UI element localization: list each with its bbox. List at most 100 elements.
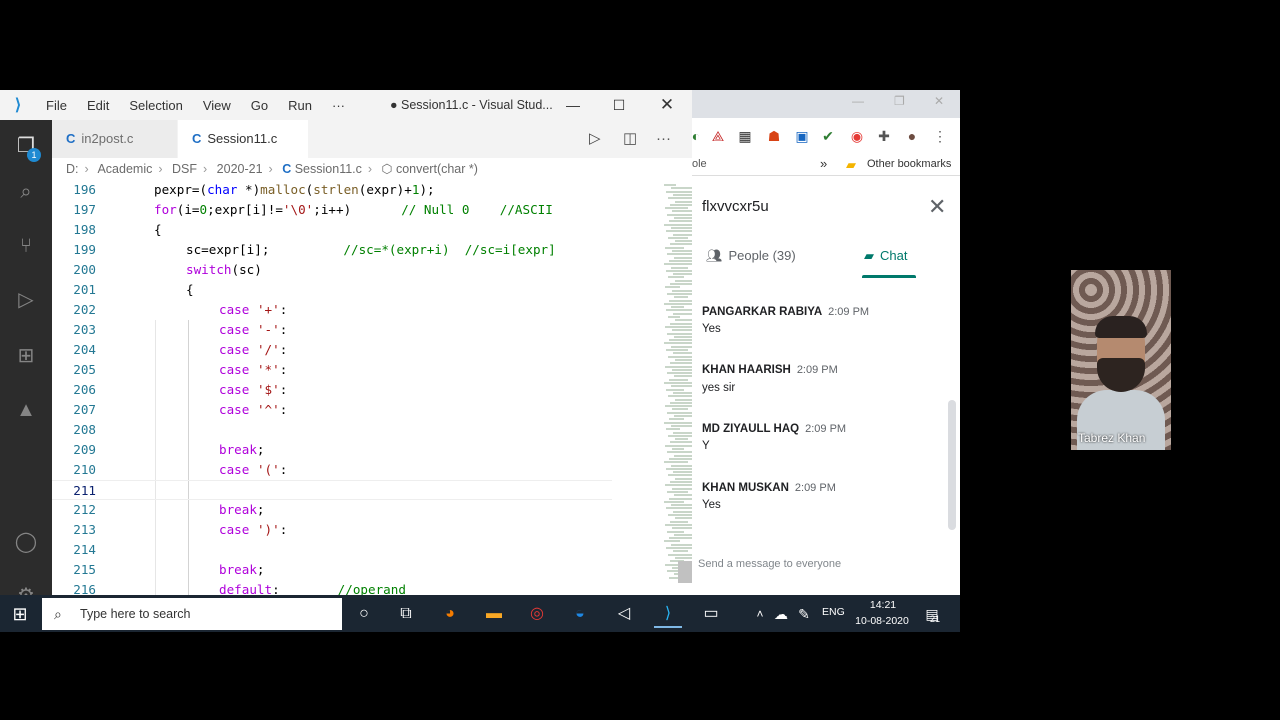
chat-message-text: yes sir <box>702 382 736 394</box>
minimap-line <box>669 299 692 302</box>
close-icon[interactable]: ✕ <box>934 94 944 108</box>
other-bookmarks[interactable]: Other bookmarks <box>867 158 951 170</box>
bookmarks-overflow-icon[interactable]: » <box>820 156 827 171</box>
scrollbar-thumb[interactable] <box>678 561 692 583</box>
more-actions-icon[interactable]: ··· <box>656 120 671 158</box>
tab-people[interactable]: 👥︎ People (39) <box>706 248 796 264</box>
source-control-icon[interactable]: ⑂ <box>0 226 52 266</box>
minimap-line <box>673 312 692 315</box>
chrome-icon[interactable]: ◎ <box>523 600 551 628</box>
minimap-line <box>664 382 692 384</box>
crumb-academic[interactable]: Academic <box>97 162 152 176</box>
restore-icon[interactable]: ❐ <box>894 94 905 108</box>
menu-run[interactable]: Run <box>278 98 322 113</box>
close-panel-icon[interactable]: ✕ <box>928 194 946 220</box>
tab-in2post[interactable]: Cin2post.c <box>52 120 177 158</box>
vscode-taskbar-icon[interactable]: ⟩ <box>654 600 682 628</box>
code-line-current: 211 <box>52 480 612 500</box>
crumb-dsf[interactable]: DSF <box>172 162 197 176</box>
minimap-line <box>665 484 692 487</box>
minimap-line <box>666 467 692 470</box>
menu-go[interactable]: Go <box>241 98 278 113</box>
notification-count: 21 <box>930 614 941 624</box>
code-editor[interactable]: 196 pexpr=(char *)malloc(strlen(expr)+1);… <box>52 180 692 595</box>
minimap-line <box>665 365 692 368</box>
menu-view[interactable]: View <box>193 98 241 113</box>
crumb-year[interactable]: 2020-21 <box>217 162 263 176</box>
chat-scrollbar[interactable] <box>948 400 956 530</box>
minimap-line <box>669 457 692 460</box>
profile-avatar-icon[interactable]: ● <box>902 126 922 146</box>
run-debug-icon[interactable]: ▷ <box>0 280 52 320</box>
search-icon[interactable]: ⌕ <box>0 172 52 212</box>
function-symbol-icon: ⬡ <box>381 162 393 176</box>
minimap-line <box>675 200 692 203</box>
participant-video <box>1071 270 1171 450</box>
minimap-line <box>672 448 684 450</box>
pdf-extension-icon[interactable]: ⟁ <box>708 126 728 146</box>
blender-icon[interactable]: ◕ <box>436 600 464 628</box>
bookmarks-bar: ole » ▰ Other bookmarks <box>692 156 960 174</box>
code-line: 215 break; <box>73 562 265 577</box>
minimap-line <box>666 309 692 312</box>
folder-icon: ▰ <box>846 157 856 172</box>
minimize-icon[interactable]: — <box>550 90 596 120</box>
tab-session11[interactable]: CSession11.c ● <box>178 120 308 184</box>
minimap-line <box>671 504 692 507</box>
crumb-drive[interactable]: D: <box>66 162 79 176</box>
calendar-extension-icon[interactable]: ▣ <box>792 126 812 146</box>
bookmark-item[interactable]: ole <box>692 158 707 170</box>
crumb-symbol[interactable]: convert(char *) <box>396 162 478 176</box>
language-indicator[interactable]: ENG <box>822 606 845 618</box>
minimap[interactable] <box>660 180 692 595</box>
remote-icon[interactable]: ▲ <box>0 390 52 430</box>
cortana-icon[interactable]: ○ <box>350 600 378 628</box>
file-explorer-icon[interactable]: ▬ <box>480 600 508 628</box>
extensions-icon[interactable]: ⊞ <box>0 336 52 376</box>
menu-file[interactable]: File <box>36 98 77 113</box>
tab-chat[interactable]: ▰ Chat <box>864 248 907 264</box>
task-view-icon[interactable]: ⧉ <box>392 600 420 628</box>
record-extension-icon[interactable]: ◉ <box>847 126 867 146</box>
chat-message-sender: KHAN MUSKAN 2:09 PM <box>702 482 836 494</box>
minimap-line <box>668 553 692 556</box>
windows-start-icon[interactable]: ⊞ <box>6 600 34 628</box>
chat-input[interactable]: Send a message to everyone <box>698 558 948 570</box>
code-line: 216 default://operand <box>73 582 406 595</box>
edge-icon[interactable]: ◒ <box>566 600 594 628</box>
menu-more[interactable]: ··· <box>322 98 355 113</box>
clock-time[interactable]: 14:21 <box>862 599 904 611</box>
minimap-line <box>674 454 692 457</box>
menu-edit[interactable]: Edit <box>77 98 119 113</box>
grid-extension-icon[interactable]: ▦ <box>735 126 755 146</box>
minimap-line <box>665 405 692 408</box>
minimap-line <box>669 259 692 262</box>
c-file-icon: C <box>282 162 292 176</box>
extension-icon[interactable]: ◐ <box>692 126 706 146</box>
close-icon[interactable]: ✕ <box>644 90 690 120</box>
minimize-icon[interactable]: — <box>852 94 864 108</box>
minimap-line <box>667 372 692 375</box>
app-icon[interactable]: ◁ <box>610 600 638 628</box>
account-icon[interactable]: ◯ <box>0 522 52 562</box>
chrome-menu-icon[interactable]: ⋮ <box>930 126 950 146</box>
minimap-line <box>674 533 692 536</box>
split-editor-icon[interactable]: ◫ <box>623 120 637 158</box>
settings-gear-icon[interactable]: ⚙ <box>0 576 52 595</box>
explorer-icon[interactable]: ❐ <box>0 126 52 166</box>
terminal-icon[interactable]: ▭ <box>697 600 725 628</box>
new-extension-icon[interactable]: ☗ <box>764 126 784 146</box>
taskbar-search-input[interactable]: ⌕ Type here to search <box>42 598 342 630</box>
tab-label: Session11.c <box>207 131 278 146</box>
run-file-icon[interactable]: ▷ <box>589 120 601 158</box>
menu-selection[interactable]: Selection <box>119 98 192 113</box>
maximize-icon[interactable]: ☐ <box>596 90 642 120</box>
crumb-file[interactable]: Session11.c <box>295 162 362 176</box>
pen-icon[interactable]: ✎ <box>790 600 818 628</box>
people-icon: 👥︎ <box>706 248 723 263</box>
clock-date[interactable]: 10-08-2020 <box>852 615 912 627</box>
puzzle-extensions-icon[interactable]: ✚ <box>874 126 894 146</box>
check-extension-icon[interactable]: ✔ <box>818 126 838 146</box>
minimap-line <box>674 296 688 299</box>
minimap-line <box>668 514 692 516</box>
